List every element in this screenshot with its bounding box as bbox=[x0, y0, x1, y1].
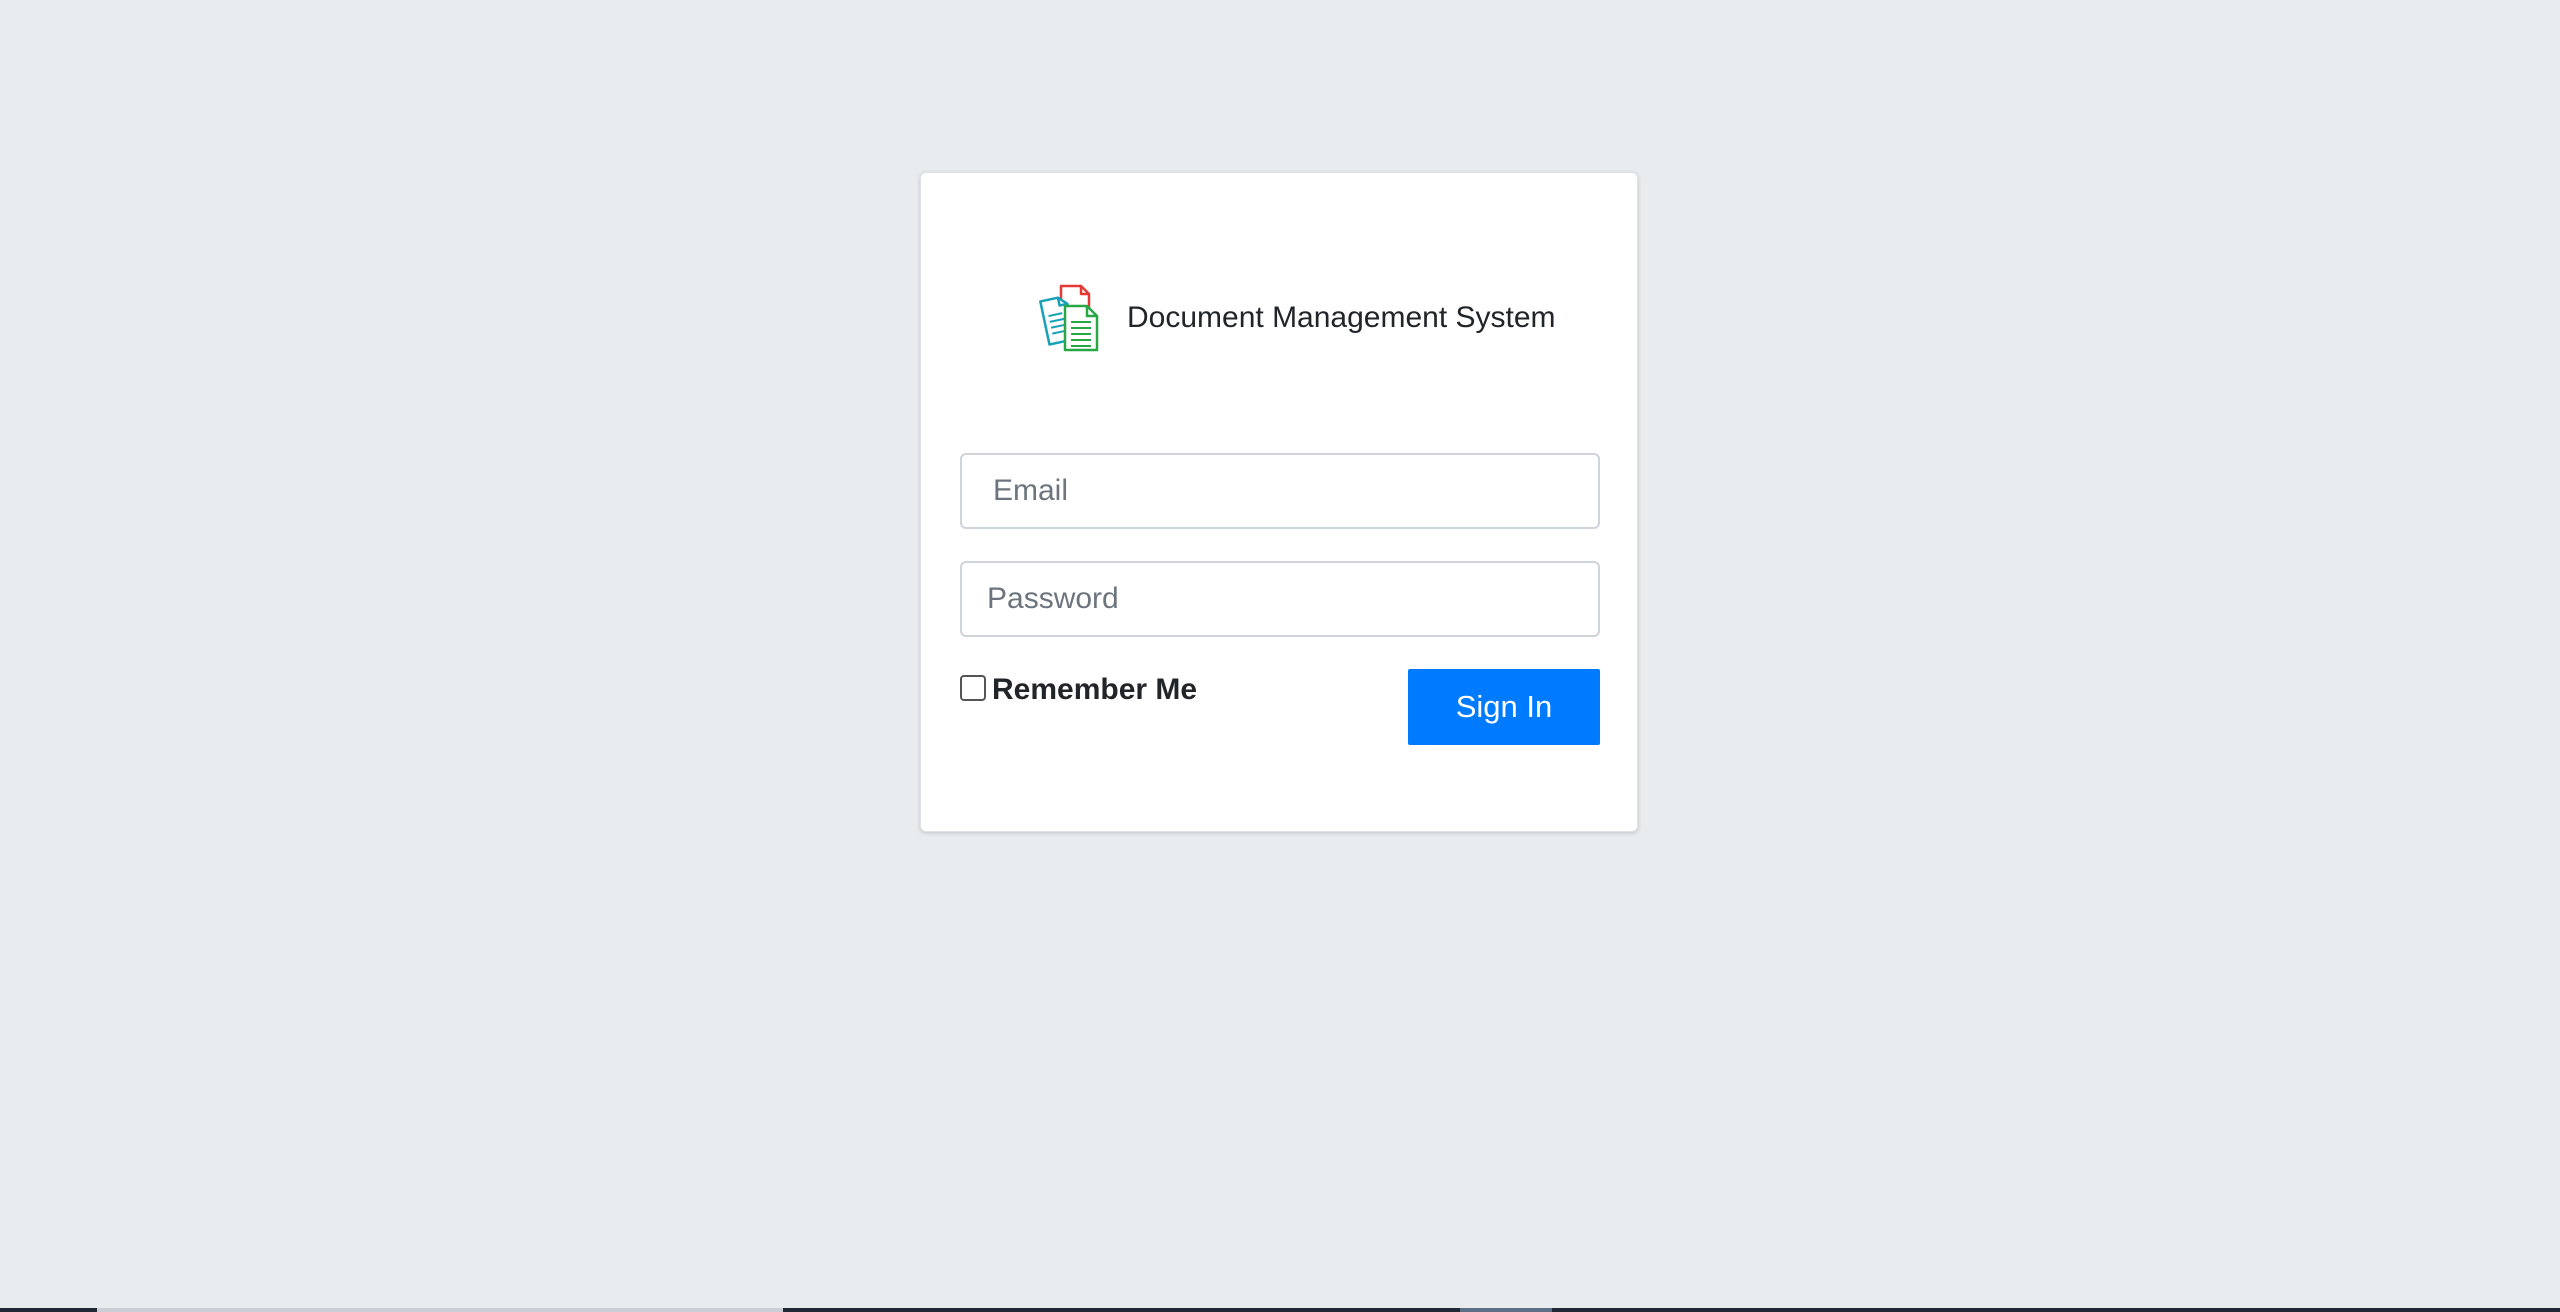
app-title: Document Management System bbox=[1127, 301, 1556, 334]
documents-logo-icon bbox=[1039, 284, 1103, 352]
sign-in-button[interactable]: Sign In bbox=[1408, 669, 1600, 745]
bottom-strip-segment bbox=[97, 1308, 783, 1312]
bottom-strip-segment bbox=[1460, 1308, 1552, 1312]
email-field[interactable] bbox=[960, 453, 1600, 529]
password-field[interactable] bbox=[960, 561, 1600, 637]
remember-me-label: Remember Me bbox=[992, 673, 1198, 706]
remember-me[interactable]: Remember Me bbox=[960, 673, 1197, 707]
login-card: Document Management System Remember Me S… bbox=[920, 172, 1638, 832]
bottom-edge-strip bbox=[0, 1308, 2560, 1312]
brand: Document Management System bbox=[1039, 283, 1556, 353]
remember-me-checkbox[interactable] bbox=[960, 675, 986, 701]
